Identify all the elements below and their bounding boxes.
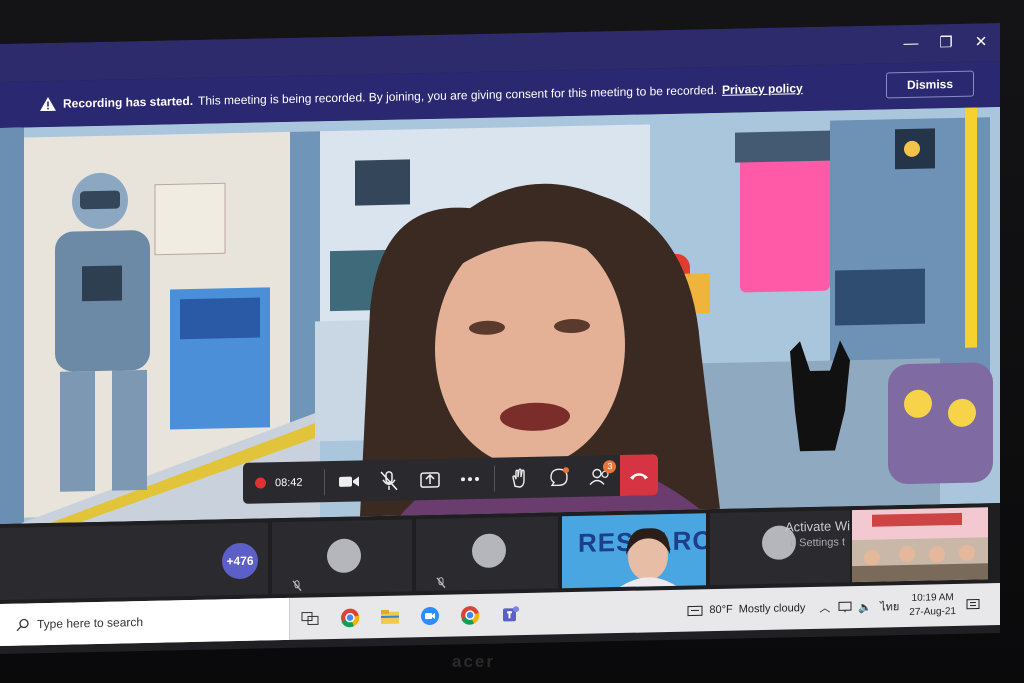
participant-tile[interactable] <box>416 516 558 592</box>
record-dot-icon <box>255 477 266 489</box>
search-placeholder: Type here to search <box>37 615 144 632</box>
chat-button[interactable] <box>539 456 579 498</box>
group-video-thumbnail <box>852 507 988 583</box>
share-icon <box>419 471 440 488</box>
raise-hand-button[interactable] <box>499 457 539 499</box>
camera-icon <box>339 475 360 487</box>
people-count-badge: 3 <box>603 460 617 474</box>
minimize-button[interactable]: — <box>900 33 922 55</box>
teams-meeting-window: — ❐ ✕ Recording has started. This meetin… <box>0 23 1000 655</box>
taskbar-app-teams[interactable] <box>490 593 530 636</box>
restore-button[interactable]: ❐ <box>935 32 957 54</box>
activate-windows-subtitle: o Settings t <box>790 536 846 550</box>
clock-time: 10:19 AM <box>911 592 954 604</box>
network-icon[interactable] <box>838 601 852 613</box>
chat-icon <box>550 466 570 486</box>
participant-tile-research[interactable]: RESEARCH <box>562 513 706 589</box>
weather-temp[interactable]: 80°F <box>709 604 732 616</box>
chrome-icon <box>341 608 360 628</box>
activate-windows-title: Activate Wi <box>785 518 851 535</box>
taskbar-app-zoom[interactable] <box>410 595 450 638</box>
mic-button[interactable] <box>369 459 409 501</box>
raise-hand-icon <box>512 467 525 488</box>
taskbar-app-chrome[interactable] <box>330 596 370 639</box>
leave-button[interactable] <box>619 454 658 497</box>
more-participants-badge[interactable]: +476 <box>222 542 258 580</box>
zoom-icon <box>421 606 439 625</box>
share-button[interactable] <box>410 459 450 501</box>
chevron-up-icon[interactable]: ︿ <box>819 600 830 616</box>
teams-icon <box>503 606 519 622</box>
meeting-timer: 08:42 <box>275 476 303 489</box>
divider <box>324 468 326 495</box>
mic-off-icon <box>380 470 398 490</box>
close-button[interactable]: ✕ <box>970 31 992 53</box>
taskbar-app-explorer[interactable] <box>370 595 410 638</box>
file-explorer-icon <box>381 609 399 625</box>
participant-tile[interactable] <box>272 519 412 595</box>
taskbar-clock[interactable]: 10:19 AM 27-Aug-21 <box>909 591 956 620</box>
weather-condition[interactable]: Mostly cloudy <box>739 602 806 615</box>
more-actions-button[interactable] <box>450 458 490 500</box>
taskbar-search[interactable]: Type here to search <box>0 597 290 646</box>
volume-icon[interactable]: 🔈 <box>858 600 872 613</box>
overflow-tile[interactable]: +476 <box>0 522 268 600</box>
hang-up-icon <box>629 472 648 480</box>
chrome-icon <box>461 606 480 625</box>
meeting-controls: 08:42 3 <box>243 454 658 504</box>
system-tray: 80°F Mostly cloudy ︿ 🔈 ไทย 10:19 AM 27-A… <box>687 583 980 631</box>
weather-icon <box>687 605 703 617</box>
monitor-bezel: — ❐ ✕ Recording has started. This meetin… <box>0 0 1024 683</box>
participant-video-thumbnail <box>620 528 676 588</box>
language-indicator[interactable]: ไทย <box>880 597 899 615</box>
monitor-brand-logo: acer <box>452 652 495 671</box>
recording-message: This meeting is being recorded. By joini… <box>198 82 717 108</box>
task-view-button[interactable] <box>290 597 330 640</box>
warning-icon <box>40 96 56 112</box>
mic-off-icon <box>436 577 446 589</box>
more-icon <box>460 476 479 481</box>
recording-indicator: 08:42 <box>243 476 320 490</box>
search-icon <box>16 618 29 631</box>
divider <box>494 465 495 492</box>
avatar <box>472 533 506 569</box>
privacy-policy-link[interactable]: Privacy policy <box>722 81 803 97</box>
avatar <box>327 538 361 574</box>
taskbar-app-chrome-2[interactable] <box>450 594 490 637</box>
dismiss-button[interactable]: Dismiss <box>886 70 974 99</box>
clock-date: 27-Aug-21 <box>909 605 956 618</box>
recording-started-label: Recording has started. <box>63 93 194 111</box>
notification-icon[interactable] <box>966 598 980 611</box>
participants-button[interactable]: 3 <box>579 455 619 497</box>
mic-off-icon <box>292 580 302 592</box>
camera-button[interactable] <box>329 460 369 502</box>
task-view-icon <box>301 611 319 626</box>
participant-tile-group[interactable] <box>852 507 988 583</box>
